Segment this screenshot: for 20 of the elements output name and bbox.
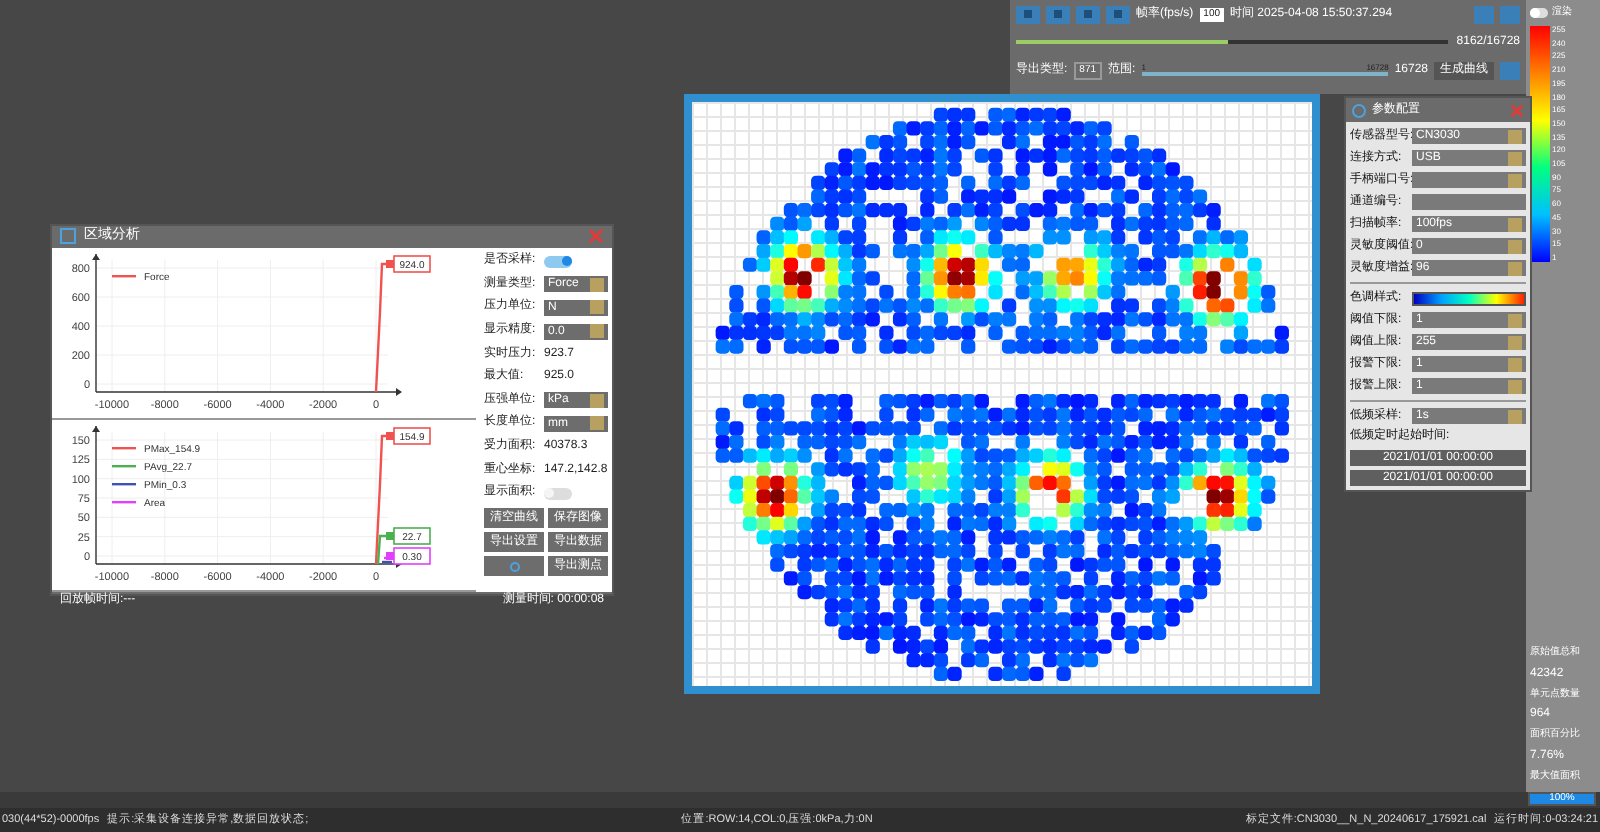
settings-button[interactable] [484, 556, 544, 577]
dropdown-caret-icon [1508, 409, 1522, 423]
y-axis [92, 252, 100, 392]
input-field[interactable] [1412, 194, 1526, 210]
toolbar-button[interactable] [1500, 61, 1520, 79]
transport-button[interactable] [1016, 5, 1040, 23]
close-icon[interactable] [588, 228, 604, 245]
toggle-switch[interactable] [544, 487, 572, 500]
transport-button[interactable] [1076, 5, 1100, 23]
curve-line [374, 261, 392, 392]
toggle-switch[interactable] [1530, 8, 1548, 18]
color-scale-dropdown[interactable] [1412, 291, 1526, 305]
y-axis [92, 424, 100, 564]
window-app-icon [60, 228, 76, 245]
close-icon[interactable] [1510, 103, 1524, 117]
transport-button[interactable] [1106, 5, 1130, 23]
window-app-icon [1352, 103, 1366, 117]
dropdown[interactable] [1412, 172, 1526, 188]
transport-button[interactable] [1046, 5, 1070, 23]
toggle-switch[interactable] [544, 255, 572, 268]
